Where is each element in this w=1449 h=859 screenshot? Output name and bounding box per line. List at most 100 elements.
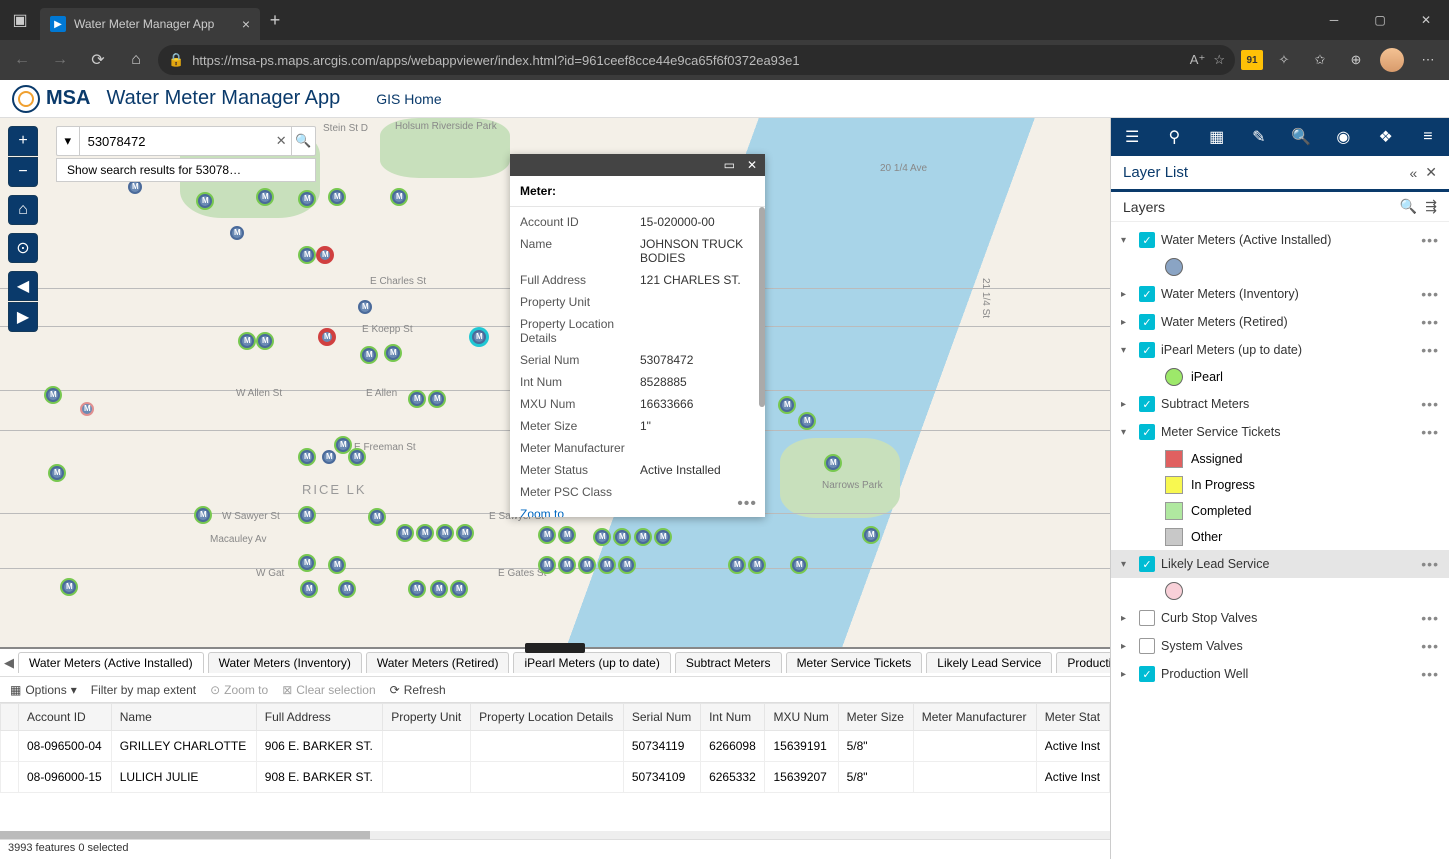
column-header[interactable]: Serial Num (623, 704, 700, 731)
table-row[interactable]: 08-096000-15LULICH JULIE908 E. BARKER ST… (1, 762, 1110, 793)
table-tab[interactable]: Water Meters (Active Installed) (18, 652, 204, 673)
legend-tool-icon[interactable]: ☰ (1111, 118, 1153, 156)
table-tab[interactable]: Meter Service Tickets (786, 652, 923, 673)
bookmark-tool-icon[interactable]: ⚲ (1153, 118, 1195, 156)
table-zoom-to-button[interactable]: ⊙ Zoom to (210, 683, 268, 697)
layer-checkbox[interactable]: ✓ (1139, 424, 1155, 440)
layer-row[interactable]: ▾ ✓ iPearl Meters (up to date) ••• (1111, 336, 1449, 364)
popup-close-icon[interactable]: ✕ (743, 158, 761, 172)
query-tool-icon[interactable]: 🔍 (1280, 118, 1322, 156)
profile-avatar[interactable] (1377, 45, 1407, 75)
meter-point[interactable] (46, 388, 60, 402)
meter-point[interactable] (230, 226, 244, 240)
meter-point[interactable] (330, 190, 344, 204)
column-header[interactable]: Full Address (256, 704, 382, 731)
layers-tool-icon[interactable]: ❖ (1365, 118, 1407, 156)
layer-more-icon[interactable]: ••• (1421, 314, 1439, 330)
tab-actions-icon[interactable]: ▣ (0, 10, 40, 30)
meter-point[interactable] (322, 450, 336, 464)
meter-point[interactable] (300, 556, 314, 570)
close-panel-icon[interactable]: ✕ (1425, 164, 1437, 181)
meter-point[interactable] (300, 248, 314, 262)
meter-point[interactable] (358, 300, 372, 314)
layer-more-icon[interactable]: ••• (1421, 286, 1439, 302)
zoom-in-button[interactable]: + (8, 126, 38, 156)
layer-row[interactable]: ▾ ✓ Meter Service Tickets ••• (1111, 418, 1449, 446)
prev-extent-button[interactable]: ◀ (8, 271, 38, 301)
layer-row[interactable]: ▾ ✓ Likely Lead Service ••• (1111, 550, 1449, 578)
layer-more-icon[interactable]: ••• (1421, 666, 1439, 682)
layers-control-icon[interactable]: ⇶ (1425, 198, 1437, 215)
layers-search-icon[interactable]: 🔍 (1400, 198, 1417, 215)
meter-point[interactable] (432, 582, 446, 596)
row-selector[interactable] (1, 762, 19, 793)
popup-dock-icon[interactable]: ▭ (720, 158, 739, 172)
meter-point[interactable] (318, 248, 332, 262)
layer-checkbox[interactable]: ✓ (1139, 286, 1155, 302)
browser-tab[interactable]: ▶ Water Meter Manager App × (40, 8, 260, 40)
more-menu-icon[interactable]: ⋯ (1413, 45, 1443, 75)
layer-more-icon[interactable]: ••• (1421, 396, 1439, 412)
meter-point[interactable] (386, 346, 400, 360)
meter-point[interactable] (430, 392, 444, 406)
layer-row[interactable]: ▸ ✓ Water Meters (Inventory) ••• (1111, 280, 1449, 308)
meter-point[interactable] (330, 558, 344, 572)
meter-point[interactable] (196, 508, 210, 522)
meter-point[interactable] (615, 530, 629, 544)
layer-label[interactable]: Water Meters (Active Installed) (1161, 233, 1415, 247)
meter-point[interactable] (730, 558, 744, 572)
table-options-button[interactable]: ▦ Options ▾ (10, 683, 77, 697)
layer-checkbox[interactable]: ✓ (1139, 232, 1155, 248)
search-input[interactable] (80, 127, 272, 155)
layer-checkbox[interactable]: ✓ (1139, 342, 1155, 358)
meter-point[interactable] (80, 402, 94, 416)
meter-point[interactable] (560, 558, 574, 572)
maximize-button[interactable]: ▢ (1357, 0, 1403, 40)
expand-icon[interactable]: ▾ (1121, 235, 1133, 246)
layer-more-icon[interactable]: ••• (1421, 424, 1439, 440)
meter-point[interactable] (410, 582, 424, 596)
layer-more-icon[interactable]: ••• (1421, 232, 1439, 248)
meter-point[interactable] (336, 438, 350, 452)
search-hint[interactable]: Show search results for 53078… (56, 158, 316, 182)
next-extent-button[interactable]: ▶ (8, 302, 38, 332)
meter-point[interactable] (410, 392, 424, 406)
meter-point[interactable] (656, 530, 670, 544)
layer-checkbox[interactable]: ✓ (1139, 396, 1155, 412)
row-selector[interactable] (1, 731, 19, 762)
forward-button[interactable]: → (44, 44, 76, 76)
meter-point[interactable] (792, 558, 806, 572)
layer-checkbox[interactable]: ✓ (1139, 556, 1155, 572)
layer-checkbox[interactable]: ✓ (1139, 666, 1155, 682)
locate-button[interactable]: ⊙ (8, 233, 38, 263)
meter-point[interactable] (636, 530, 650, 544)
layer-more-icon[interactable]: ••• (1421, 556, 1439, 572)
meter-point[interactable] (340, 582, 354, 596)
table-tab[interactable]: Likely Lead Service (926, 652, 1052, 673)
meter-point[interactable] (438, 526, 452, 540)
zoom-to-link[interactable]: Zoom to (520, 503, 755, 517)
meter-point[interactable] (300, 192, 314, 206)
clear-selection-button[interactable]: ⊠ Clear selection (282, 683, 375, 697)
layer-more-icon[interactable]: ••• (1421, 342, 1439, 358)
expand-icon[interactable]: ▾ (1121, 559, 1133, 570)
layer-label[interactable]: Production Well (1161, 667, 1415, 681)
meter-point[interactable] (864, 528, 878, 542)
layer-more-icon[interactable]: ••• (1421, 638, 1439, 654)
layer-checkbox[interactable]: ✓ (1139, 314, 1155, 330)
scroll-tabs-left[interactable]: ◀ (4, 655, 14, 671)
meter-point[interactable] (350, 450, 364, 464)
meter-point[interactable] (240, 334, 254, 348)
draw-tool-icon[interactable]: ✎ (1238, 118, 1280, 156)
meter-point[interactable] (398, 526, 412, 540)
layer-checkbox[interactable] (1139, 610, 1155, 626)
close-window-button[interactable]: ✕ (1403, 0, 1449, 40)
meter-point[interactable] (595, 530, 609, 544)
popup-scrollbar[interactable] (759, 207, 765, 407)
table-drag-handle[interactable] (525, 643, 585, 653)
expand-icon[interactable]: ▸ (1121, 613, 1133, 624)
meter-point[interactable] (258, 334, 272, 348)
expand-icon[interactable]: ▾ (1121, 427, 1133, 438)
meter-point[interactable] (458, 526, 472, 540)
layer-label[interactable]: iPearl Meters (up to date) (1161, 343, 1415, 357)
